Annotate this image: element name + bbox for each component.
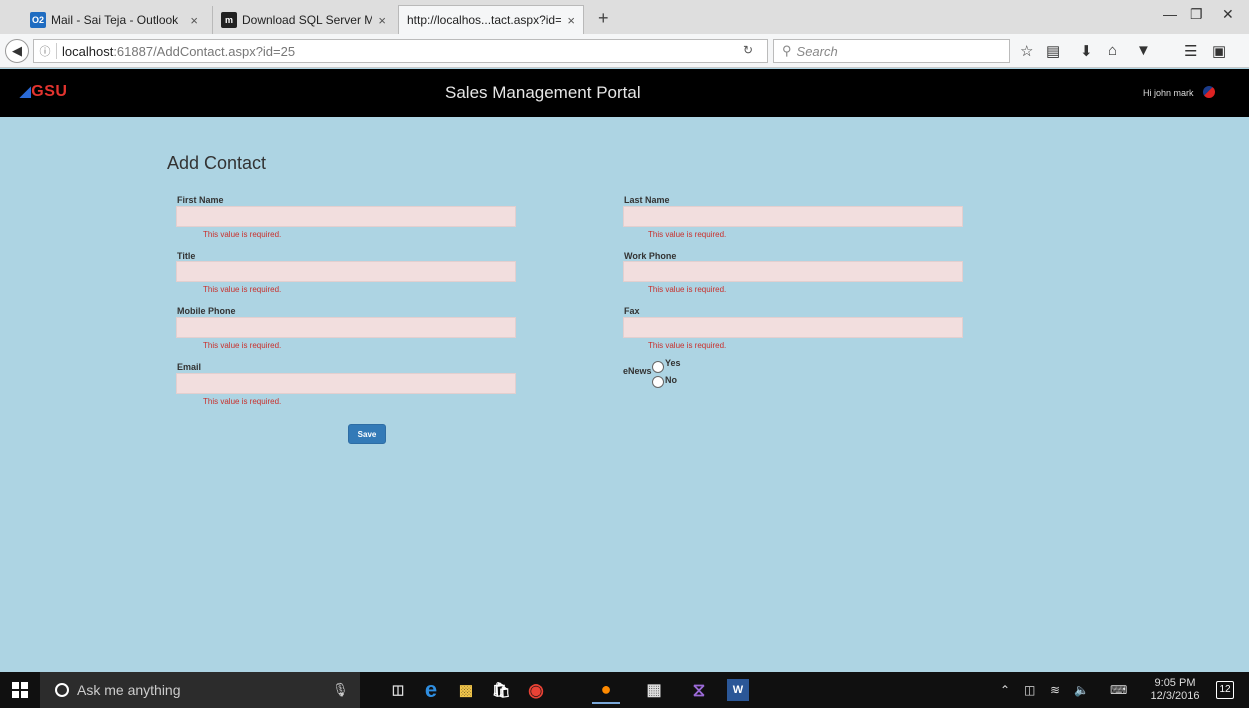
microphone-icon[interactable]: 🎙 [332,682,349,698]
store-icon[interactable]: 🛍 [487,676,515,704]
title-field[interactable] [176,261,516,282]
clock-time: 9:05 PM [1154,677,1196,689]
enews-no-radio[interactable]: No [652,375,677,388]
last-name-label: Last Name [624,195,670,205]
save-button[interactable]: Save [348,424,386,444]
radio-label: Yes [665,358,681,368]
enews-yes-radio[interactable]: Yes [652,358,681,373]
radio-circle[interactable] [652,376,664,388]
logo-stripes-icon: ◢ [20,83,32,99]
window-close-icon[interactable]: ✕ [1222,6,1234,23]
browser-search-input[interactable]: ⚲ Search [773,39,1010,63]
url-host: localhost [62,43,114,59]
email-field[interactable] [176,373,516,394]
tab-title: Download SQL Server Ma... [242,13,373,27]
last-name-field[interactable] [623,206,963,227]
work-phone-error: This value is required. [648,285,727,294]
radio-label: No [665,375,677,385]
device-icon[interactable]: ◫ [1024,683,1035,697]
extension-icon[interactable]: ▣ [1212,42,1226,60]
minimize-icon[interactable]: — [1163,6,1177,22]
user-greeting[interactable]: Hi john mark [1143,88,1194,98]
address-bar[interactable]: ⓘ localhost :61887/AddContact.aspx?id=25 [33,39,768,63]
search-icon: ⚲ [782,43,792,58]
network-app-icon[interactable]: ▦ [640,676,668,704]
browser-tab-sql-download[interactable]: m Download SQL Server Ma... × [212,6,394,34]
mobile-phone-error: This value is required. [203,341,282,350]
email-error: This value is required. [203,397,282,406]
close-tab-icon[interactable]: × [567,13,575,28]
browser-tab-outlook[interactable]: O2 Mail - Sai Teja - Outlook × [22,6,206,34]
chrome-icon[interactable]: ◉ [522,676,550,704]
volume-muted-icon[interactable]: 🔈 [1074,683,1089,697]
windows-taskbar: Ask me anything 🎙 ◫ e ▩ 🛍 ◉ ● ▦ ⧖ W ⌃ ◫ … [0,672,1249,708]
outlook-icon: O2 [30,12,46,28]
last-name-error: This value is required. [648,230,727,239]
first-name-label: First Name [177,195,224,205]
logo-text: GSU [31,83,68,100]
gsu-logo[interactable]: ◢GSU [20,83,67,101]
work-phone-label: Work Phone [624,251,677,261]
site-header: ◢GSU Sales Management Portal Hi john mar… [0,69,1249,117]
cortana-placeholder: Ask me anything [77,682,181,698]
radio-circle[interactable] [652,361,664,373]
search-placeholder: Search [796,43,838,59]
firefox-icon[interactable]: ● [592,676,620,704]
url-path: :61887/AddContact.aspx?id=25 [113,43,296,59]
file-explorer-icon[interactable]: ▩ [452,676,480,704]
cortana-search-box[interactable]: Ask me anything 🎙 [40,672,360,708]
close-tab-icon[interactable]: × [190,13,198,28]
portal-title: Sales Management Portal [445,83,641,102]
home-icon[interactable]: ⌂ [1108,42,1117,59]
first-name-error: This value is required. [203,230,282,239]
hamburger-menu-icon[interactable]: ☰ [1184,42,1197,60]
back-arrow-icon[interactable]: ◀ [5,39,29,63]
fax-field[interactable] [623,317,963,338]
bookmarks-menu-icon[interactable]: ▤ [1046,42,1060,60]
close-tab-icon[interactable]: × [378,13,386,28]
mobile-phone-label: Mobile Phone [177,306,236,316]
title-label: Title [177,251,196,261]
wifi-icon[interactable]: ≋ [1050,683,1060,697]
pocket-icon[interactable]: ▼ [1136,42,1151,59]
info-icon[interactable]: ⓘ [34,43,56,59]
bookmark-star-icon[interactable]: ☆ [1020,42,1033,60]
browser-tab-strip: O2 Mail - Sai Teja - Outlook × m Downloa… [0,0,1249,34]
browser-tab-active[interactable]: http://localhos...tact.aspx?id=25 × [398,5,584,34]
tab-title: Mail - Sai Teja - Outlook [51,13,179,27]
task-view-icon[interactable]: ◫ [384,676,412,704]
keyboard-icon[interactable]: ⌨ [1110,683,1127,697]
action-center-icon[interactable]: 12 [1216,681,1234,699]
site-icon: m [221,12,237,28]
clock-date: 12/3/2016 [1150,690,1200,702]
divider [56,43,57,59]
show-hidden-icons-icon[interactable]: ⌃ [1000,683,1010,697]
tab-title: http://localhos...tact.aspx?id=25 [407,13,562,27]
system-clock[interactable]: 9:05 PM 12/3/2016 [1150,677,1200,703]
cortana-icon [55,683,69,697]
new-tab-icon[interactable]: + [598,8,609,29]
edge-icon[interactable]: e [417,676,445,704]
windows-start-icon[interactable] [12,682,28,698]
browser-nav-bar: ◀ ⓘ localhost :61887/AddContact.aspx?id=… [0,34,1249,68]
flag-icon [1203,86,1215,98]
first-name-field[interactable] [176,206,516,227]
visual-studio-icon[interactable]: ⧖ [685,676,713,704]
fax-label: Fax [624,306,640,316]
page-title: Add Contact [167,153,267,173]
reload-icon[interactable]: ↻ [743,43,753,57]
mobile-phone-field[interactable] [176,317,516,338]
downloads-icon[interactable]: ⬇ [1080,42,1093,60]
enews-label: eNews [623,366,652,376]
work-phone-field[interactable] [623,261,963,282]
email-label: Email [177,362,202,372]
word-icon[interactable]: W [727,679,749,701]
restore-icon[interactable]: ❐ [1190,6,1203,23]
fax-error: This value is required. [648,341,727,350]
title-error: This value is required. [203,285,282,294]
